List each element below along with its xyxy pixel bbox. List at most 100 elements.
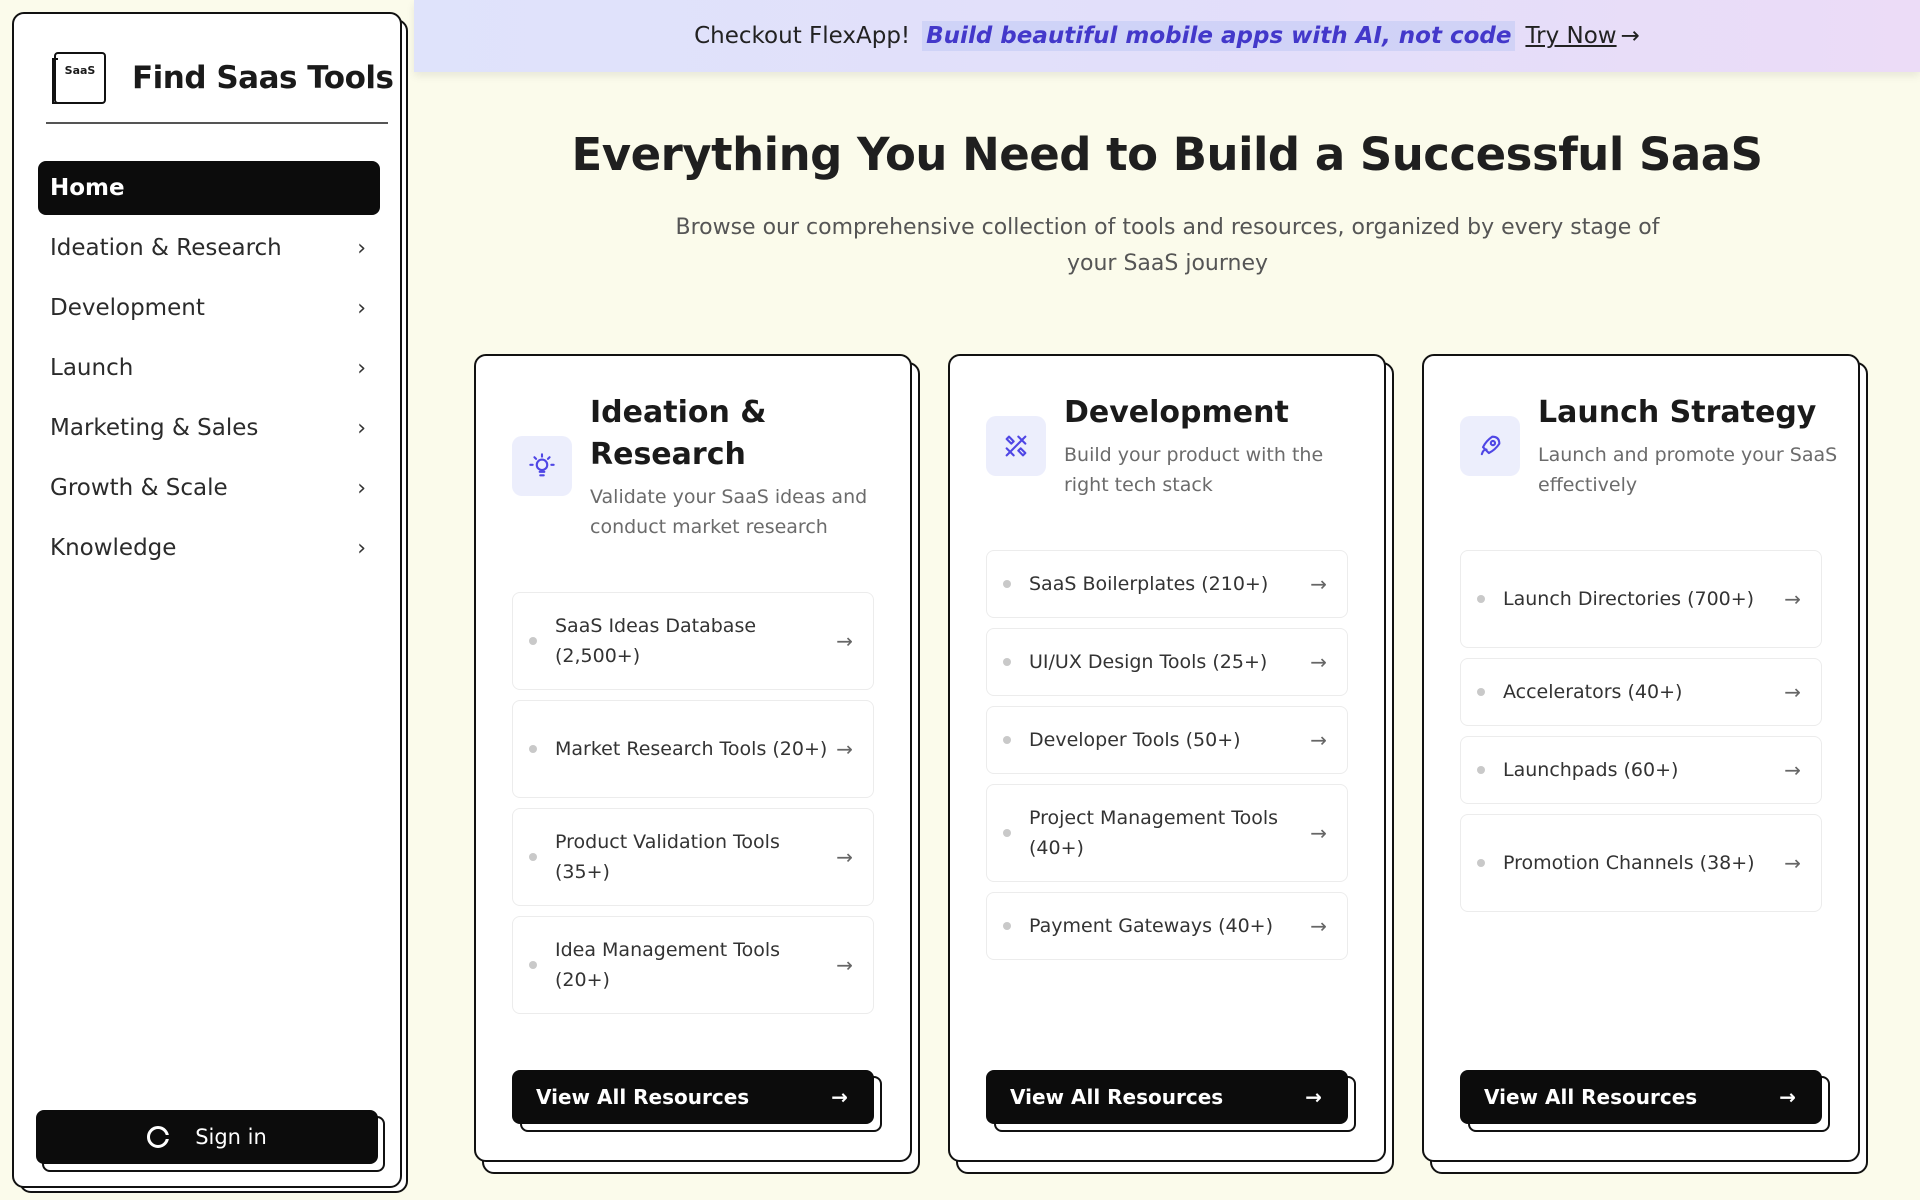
brand-name: Find Saas Tools — [132, 60, 394, 96]
banner-tagline[interactable]: Build beautiful mobile apps with AI, not… — [922, 21, 1516, 51]
page-title: Everything You Need to Build a Successfu… — [571, 128, 1764, 181]
arrow-right-icon: → — [1784, 851, 1801, 875]
resource-item[interactable]: Developer Tools (50+) → — [986, 706, 1348, 774]
button-label: View All Resources — [536, 1085, 750, 1109]
button-label: View All Resources — [1010, 1085, 1224, 1109]
bullet-icon — [1003, 580, 1011, 588]
view-all-resources-button[interactable]: View All Resources → — [986, 1070, 1348, 1124]
arrow-right-icon: → — [1784, 758, 1801, 782]
sidebar-item-label: Ideation & Research — [50, 235, 282, 261]
card-ideation-research: Ideation & Research Validate your SaaS i… — [474, 354, 912, 1162]
resource-label: UI/UX Design Tools (25+) — [1029, 651, 1268, 673]
chevron-right-icon: › — [357, 235, 366, 261]
page-subtitle: Browse our comprehensive collection of t… — [675, 215, 1660, 276]
google-icon — [147, 1126, 170, 1148]
sign-in-label: Sign in — [195, 1125, 267, 1149]
promo-banner: Checkout FlexApp! Build beautiful mobile… — [414, 0, 1920, 72]
arrow-right-icon: → — [1310, 728, 1327, 752]
resource-label: Project Management Tools (40+) — [1029, 807, 1279, 859]
arrow-right-icon: → — [1310, 914, 1327, 938]
card-title: Launch Strategy — [1538, 395, 1817, 430]
chevron-right-icon: › — [357, 415, 366, 441]
resource-item[interactable]: SaaS Boilerplates (210+) → — [986, 550, 1348, 618]
arrow-right-icon: → — [1779, 1085, 1796, 1109]
resource-item[interactable]: Market Research Tools (20+) → — [512, 700, 874, 798]
bullet-icon — [1477, 766, 1485, 774]
chevron-right-icon: › — [357, 295, 366, 321]
chevron-right-icon: › — [357, 475, 366, 501]
rocket-icon — [1460, 416, 1520, 476]
sidebar-item-label: Marketing & Sales — [50, 415, 259, 441]
sidebar-item-ideation-research[interactable]: Ideation & Research › — [38, 221, 380, 275]
resource-label: Launch Directories (700+) — [1503, 588, 1755, 610]
arrow-right-icon: → — [836, 737, 853, 761]
resource-label: Developer Tools (50+) — [1029, 729, 1241, 751]
bullet-icon — [529, 853, 537, 861]
arrow-right-icon: → — [836, 953, 853, 977]
bullet-icon — [529, 745, 537, 753]
sidebar-item-launch[interactable]: Launch › — [38, 341, 380, 395]
bullet-icon — [1477, 859, 1485, 867]
resource-label: SaaS Boilerplates (210+) — [1029, 573, 1269, 595]
bullet-icon — [1003, 736, 1011, 744]
bullet-icon — [529, 637, 537, 645]
arrow-right-icon: → — [836, 629, 853, 653]
view-all-resources-button[interactable]: View All Resources → — [1460, 1070, 1822, 1124]
button-label: View All Resources — [1484, 1085, 1698, 1109]
resource-item[interactable]: Project Management Tools (40+) → — [986, 784, 1348, 882]
sidebar-item-growth-scale[interactable]: Growth & Scale › — [38, 461, 380, 515]
sidebar-item-marketing-sales[interactable]: Marketing & Sales › — [38, 401, 380, 455]
bullet-icon — [1003, 922, 1011, 930]
brand[interactable]: SaaS Find Saas Tools — [52, 50, 394, 106]
sidebar-item-label: Knowledge — [50, 535, 177, 561]
resource-label: SaaS Ideas Database (2,500+) — [555, 615, 757, 667]
resource-item[interactable]: Accelerators (40+) → — [1460, 658, 1822, 726]
sidebar-item-label: Launch — [50, 355, 134, 381]
resource-label: Accelerators (40+) — [1503, 681, 1683, 703]
resource-item[interactable]: Payment Gateways (40+) → — [986, 892, 1348, 960]
resource-item[interactable]: UI/UX Design Tools (25+) → — [986, 628, 1348, 696]
resource-label: Market Research Tools (20+) — [555, 738, 828, 760]
logo-text: SaaS — [64, 64, 96, 77]
banner-promo-text: Checkout FlexApp! — [694, 23, 911, 49]
sidebar-nav: Home Ideation & Research › Development ›… — [38, 161, 380, 581]
tools-icon — [986, 416, 1046, 476]
resource-label: Promotion Channels (38+) — [1503, 852, 1755, 874]
card-title: Ideation & Research — [590, 395, 767, 472]
try-now-link[interactable]: Try Now — [1525, 23, 1616, 49]
sidebar-item-label: Growth & Scale — [50, 475, 228, 501]
sidebar-item-knowledge[interactable]: Knowledge › — [38, 521, 380, 575]
bullet-icon — [1477, 595, 1485, 603]
sidebar-item-development[interactable]: Development › — [38, 281, 380, 335]
resource-item[interactable]: Idea Management Tools (20+) → — [512, 916, 874, 1014]
arrow-right-icon: → — [1310, 572, 1327, 596]
view-all-resources-button[interactable]: View All Resources → — [512, 1070, 874, 1124]
resource-label: Payment Gateways (40+) — [1029, 915, 1274, 937]
arrow-right-icon: → — [1784, 587, 1801, 611]
sidebar-item-home[interactable]: Home — [38, 161, 380, 215]
card-description: Validate your SaaS ideas and conduct mar… — [590, 486, 868, 538]
resource-item[interactable]: Launch Directories (700+) → — [1460, 550, 1822, 648]
lightbulb-icon — [512, 436, 572, 496]
arrow-right-icon: → — [1310, 650, 1327, 674]
resource-item[interactable]: Launchpads (60+) → — [1460, 736, 1822, 804]
chevron-right-icon: › — [357, 355, 366, 381]
arrow-right-icon: → — [831, 1085, 848, 1109]
bullet-icon — [1003, 829, 1011, 837]
card-launch-strategy: Launch Strategy Launch and promote your … — [1422, 354, 1860, 1162]
card-title: Development — [1064, 395, 1289, 430]
chevron-right-icon: › — [357, 535, 366, 561]
bullet-icon — [529, 961, 537, 969]
bullet-icon — [1477, 688, 1485, 696]
resource-item[interactable]: Promotion Channels (38+) → — [1460, 814, 1822, 912]
sidebar-item-label: Home — [50, 175, 125, 201]
resource-item[interactable]: SaaS Ideas Database (2,500+) → — [512, 592, 874, 690]
sign-in-button[interactable]: Sign in — [36, 1110, 378, 1164]
book-logo-icon: SaaS — [52, 52, 106, 104]
resource-item[interactable]: Product Validation Tools (35+) → — [512, 808, 874, 906]
arrow-right-icon: → — [1784, 680, 1801, 704]
card-description: Build your product with the right tech s… — [1064, 444, 1324, 496]
arrow-right-icon: → — [1305, 1085, 1322, 1109]
arrow-right-icon: → — [1310, 821, 1327, 845]
resource-label: Product Validation Tools (35+) — [555, 831, 780, 883]
